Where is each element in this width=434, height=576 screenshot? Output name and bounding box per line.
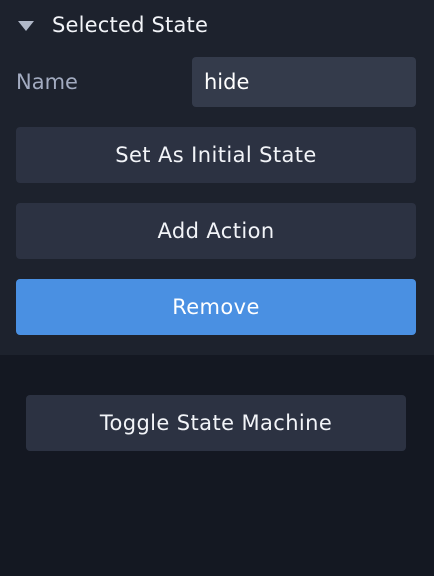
- set-initial-state-button[interactable]: Set As Initial State: [16, 127, 416, 183]
- remove-button[interactable]: Remove: [16, 279, 416, 335]
- section-title: Selected State: [52, 13, 209, 37]
- add-action-button[interactable]: Add Action: [16, 203, 416, 259]
- selected-state-panel: Selected State Name Set As Initial State…: [0, 0, 434, 355]
- selected-state-header[interactable]: Selected State: [18, 0, 208, 50]
- name-input[interactable]: [192, 57, 416, 107]
- caret-down-icon[interactable]: [18, 21, 34, 31]
- toggle-state-machine-button[interactable]: Toggle State Machine: [26, 395, 406, 451]
- name-label: Name: [16, 70, 78, 94]
